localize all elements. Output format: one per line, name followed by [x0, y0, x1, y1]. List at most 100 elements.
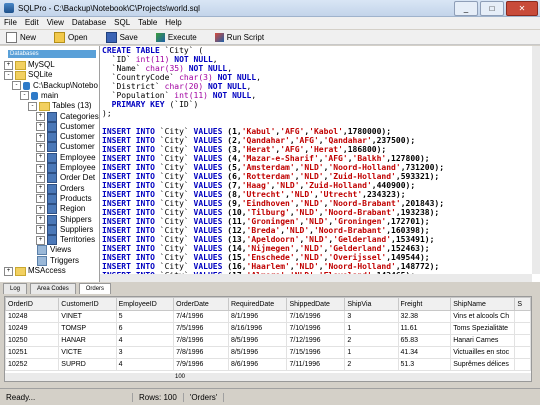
tree-node[interactable]: + Customer — [36, 121, 95, 132]
table-cell[interactable]: 3 — [115, 346, 175, 359]
table-cell[interactable]: 7/8/1996 — [173, 334, 229, 347]
expander-icon[interactable]: + — [4, 266, 13, 276]
column-header[interactable]: CustomerID — [58, 297, 117, 311]
table-cell[interactable]: 2 — [344, 358, 399, 371]
menu-table[interactable]: Table — [134, 17, 161, 29]
table-cell[interactable]: SUPRD — [58, 358, 117, 371]
table-cell[interactable]: 7/8/1996 — [173, 346, 229, 359]
expander-icon[interactable]: + — [36, 235, 45, 245]
grid-horizontal-scrollbar[interactable]: 100 — [5, 373, 531, 381]
maximize-button[interactable]: □ — [480, 1, 504, 16]
table-cell[interactable]: 1 — [344, 322, 399, 335]
table-cell[interactable]: 4 — [115, 334, 175, 347]
table-cell[interactable] — [514, 310, 531, 323]
execute-button[interactable]: Execute — [155, 32, 197, 42]
tree-node[interactable]: + Employee — [36, 152, 96, 163]
tree-node[interactable]: + Orders — [36, 183, 84, 194]
tree-node[interactable]: + Employee — [36, 163, 96, 173]
expander-icon[interactable]: + — [36, 194, 45, 204]
table-cell[interactable]: 7/11/1996 — [286, 358, 346, 371]
expander-icon[interactable]: - — [28, 101, 37, 111]
table-row[interactable]: 10252 SUPRD 4 7/9/1996 8/6/1996 7/11/1996 2 51.… — [5, 358, 531, 371]
expander-icon[interactable]: + — [36, 153, 45, 163]
table-cell[interactable]: 1 — [344, 346, 399, 359]
sql-editor[interactable]: CREATE TABLE `City` ( `ID` int(11) NOT N… — [100, 46, 540, 282]
tree-node[interactable]: + Products — [36, 193, 92, 204]
expander-icon[interactable]: + — [36, 112, 45, 121]
minimize-button[interactable]: _ — [454, 1, 478, 16]
tree-node[interactable]: + Suppliers — [36, 224, 93, 235]
tree-node[interactable]: - Tables (13) — [28, 101, 92, 111]
table-cell[interactable]: 7/12/1996 — [286, 334, 346, 347]
editor-horizontal-scrollbar[interactable] — [100, 274, 532, 282]
table-cell[interactable]: Vins et alcools Ch — [450, 310, 516, 323]
table-cell[interactable]: 32.38 — [397, 310, 452, 323]
table-cell[interactable]: 4 — [115, 358, 175, 371]
table-cell[interactable]: 7/5/1996 — [173, 322, 229, 335]
tree-node[interactable]: - C:\Backup\Notebo — [12, 81, 98, 91]
table-cell[interactable]: 10252 — [5, 358, 60, 371]
column-header[interactable]: ShipName — [450, 297, 516, 311]
new-button[interactable]: New — [6, 31, 36, 43]
table-cell[interactable]: Hanari Carnes — [450, 334, 516, 347]
tree-node[interactable]: + Categories — [36, 111, 99, 122]
table-cell[interactable]: 7/10/1996 — [286, 322, 346, 335]
tree-node[interactable]: + Order Det — [36, 173, 95, 184]
table-cell[interactable]: 5 — [115, 310, 175, 323]
close-button[interactable]: ✕ — [506, 1, 538, 16]
table-cell[interactable]: Suprêmes délices — [450, 358, 516, 371]
column-header[interactable]: EmployeeID — [115, 297, 175, 311]
table-cell[interactable]: 10251 — [5, 346, 60, 359]
expander-icon[interactable]: + — [36, 215, 45, 224]
table-cell[interactable]: Victuailles en stoc — [450, 346, 516, 359]
table-cell[interactable]: 7/9/1996 — [173, 358, 229, 371]
tree-node[interactable]: + Shippers — [36, 214, 92, 225]
tree-node[interactable]: + Customer — [36, 142, 95, 153]
column-header[interactable]: Freight — [397, 297, 452, 311]
tree-node[interactable]: + Territories — [36, 235, 95, 246]
table-cell[interactable]: 10248 — [5, 310, 60, 323]
tree-node[interactable]: Views — [28, 245, 71, 256]
save-button[interactable]: Save — [105, 31, 138, 43]
table-cell[interactable] — [514, 334, 531, 347]
tree-node[interactable]: - main — [20, 91, 58, 101]
expander-icon[interactable]: - — [4, 70, 13, 80]
column-header[interactable]: ShipVia — [344, 297, 399, 311]
expander-icon[interactable]: - — [20, 91, 29, 101]
table-cell[interactable] — [514, 322, 531, 335]
menu-file[interactable]: File — [0, 17, 21, 29]
tree-node[interactable]: + MSAccess — [4, 266, 66, 276]
expander-icon[interactable]: + — [4, 60, 13, 70]
table-row[interactable]: 10248 VINET 5 7/4/1996 8/1/1996 7/16/1996 3 32.… — [5, 310, 531, 323]
tree-node[interactable]: - SQLite — [4, 70, 52, 80]
tree-node[interactable]: + Customer — [36, 132, 95, 143]
table-cell[interactable]: 8/16/1996 — [227, 322, 288, 335]
expander-icon[interactable]: + — [36, 163, 45, 173]
column-header[interactable]: S — [514, 297, 531, 311]
table-cell[interactable]: 7/16/1996 — [286, 310, 346, 323]
table-cell[interactable]: 8/5/1996 — [227, 346, 288, 359]
expander-icon[interactable]: + — [36, 173, 45, 183]
table-cell[interactable]: 51.3 — [397, 358, 452, 371]
menu-help[interactable]: Help — [161, 17, 185, 29]
expander-icon[interactable]: + — [36, 122, 45, 132]
tree-node[interactable]: + Region — [36, 204, 85, 215]
expander-icon[interactable]: + — [36, 225, 45, 235]
menu-edit[interactable]: Edit — [21, 17, 43, 29]
table-cell[interactable]: 8/5/1996 — [227, 334, 288, 347]
table-row[interactable]: 10250 HANAR 4 7/8/1996 8/5/1996 7/12/1996 2 65.… — [5, 334, 531, 347]
tree-node[interactable]: Triggers — [28, 255, 79, 266]
table-row[interactable]: 10249 TOMSP 6 7/5/1996 8/16/1996 7/10/1996 1 11… — [5, 322, 531, 335]
table-cell[interactable]: 3 — [344, 310, 399, 323]
menu-sql[interactable]: SQL — [110, 17, 134, 29]
table-cell[interactable]: VICTE — [58, 346, 117, 359]
table-cell[interactable]: Toms Spezialitäte — [450, 322, 516, 335]
expander-icon[interactable]: + — [36, 132, 45, 142]
expander-icon[interactable]: + — [36, 184, 45, 194]
table-cell[interactable]: 65.83 — [397, 334, 452, 347]
table-cell[interactable] — [514, 346, 531, 359]
expander-icon[interactable]: - — [12, 81, 21, 91]
table-cell[interactable]: 6 — [115, 322, 175, 335]
table-cell[interactable]: 10250 — [5, 334, 60, 347]
column-header[interactable]: OrderID — [5, 297, 60, 311]
